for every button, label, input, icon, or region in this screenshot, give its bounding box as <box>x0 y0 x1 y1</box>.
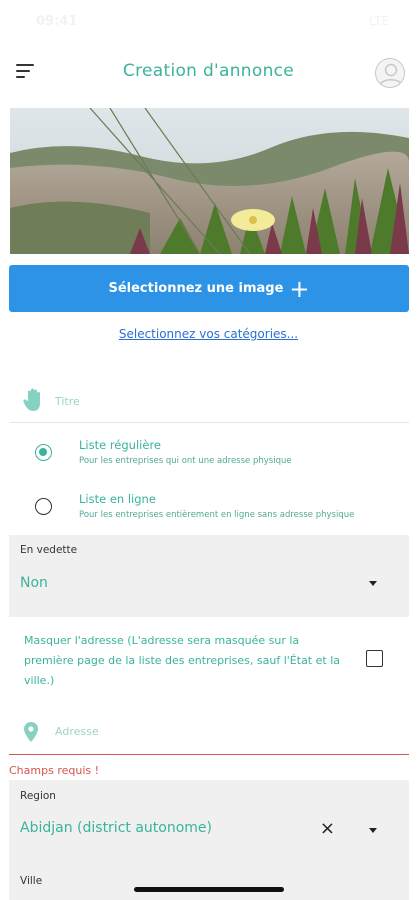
address-field[interactable]: Adresse <box>9 712 409 755</box>
featured-dropdown[interactable]: En vedette Non <box>9 535 409 617</box>
address-input[interactable]: Adresse <box>55 725 99 738</box>
radio-button-selected[interactable] <box>35 444 52 461</box>
hide-address-label: Masquer l'adresse (L'adresse sera masqué… <box>24 634 340 687</box>
clear-icon[interactable]: × <box>320 818 335 839</box>
hand-icon <box>23 388 40 411</box>
city-label: Ville <box>20 875 43 887</box>
user-avatar-icon[interactable] <box>375 58 405 88</box>
status-indicators: LTE <box>369 14 389 28</box>
select-image-button[interactable]: Sélectionnez une image + <box>9 265 409 312</box>
radio-regular-listing[interactable]: Liste régulière Pour les entreprises qui… <box>0 436 417 482</box>
radio-online-listing[interactable]: Liste en ligne Pour les entreprises enti… <box>0 490 417 536</box>
plus-icon: + <box>289 274 310 303</box>
region-dropdown[interactable]: Region Abidjan (district autonome) × Vil… <box>9 780 409 900</box>
region-label: Region <box>20 790 56 802</box>
online-listing-description: Pour les entreprises entièrement en lign… <box>79 510 355 520</box>
status-time: 09:41 <box>36 14 78 29</box>
featured-label: En vedette <box>20 544 78 556</box>
home-indicator <box>134 887 284 892</box>
title-input[interactable]: Titre <box>55 395 80 408</box>
status-bar: 09:41 LTE <box>0 0 417 44</box>
dropdown-arrow-icon <box>369 828 377 833</box>
location-pin-icon <box>24 722 38 742</box>
page-title: Creation d'annonce <box>122 61 295 81</box>
hide-address-checkbox[interactable] <box>366 650 383 667</box>
radio-button-unselected[interactable] <box>35 498 52 515</box>
listing-image-preview <box>10 108 409 254</box>
required-error-message: Champs requis ! <box>9 764 100 777</box>
title-field[interactable]: Titre <box>10 383 409 423</box>
dropdown-arrow-icon <box>369 581 377 586</box>
app-header: Creation d'annonce <box>0 48 417 100</box>
regular-listing-label: Liste régulière <box>79 438 161 452</box>
region-value: Abidjan (district autonome) <box>20 820 212 836</box>
online-listing-label: Liste en ligne <box>79 492 156 506</box>
featured-value: Non <box>20 575 48 591</box>
select-categories-link[interactable]: Selectionnez vos catégories... <box>0 327 417 341</box>
select-image-label: Sélectionnez une image <box>108 281 284 296</box>
regular-listing-description: Pour les entreprises qui ont une adresse… <box>79 456 292 466</box>
